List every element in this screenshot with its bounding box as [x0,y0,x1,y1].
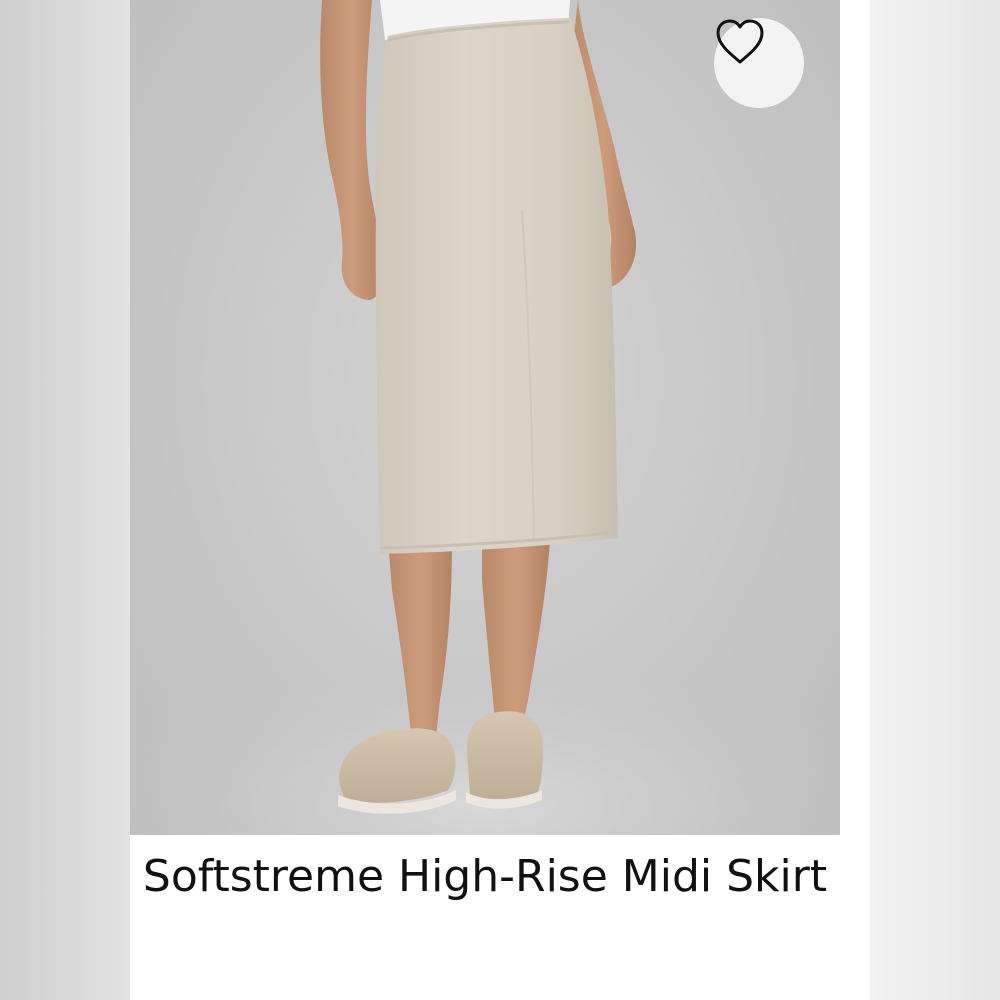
model-illustration [130,0,840,835]
favorite-button[interactable] [714,18,804,108]
product-card[interactable]: Softstreme High-Rise Midi Skirt [130,0,870,1000]
product-title[interactable]: Softstreme High-Rise Midi Skirt [130,848,840,906]
left-margin [0,0,130,1000]
screenshot-page: Softstreme High-Rise Midi Skirt [0,0,1000,1000]
product-image[interactable] [130,0,840,835]
card-edge [840,0,870,1000]
heart-outline-icon [716,19,764,64]
right-margin [870,0,1000,1000]
